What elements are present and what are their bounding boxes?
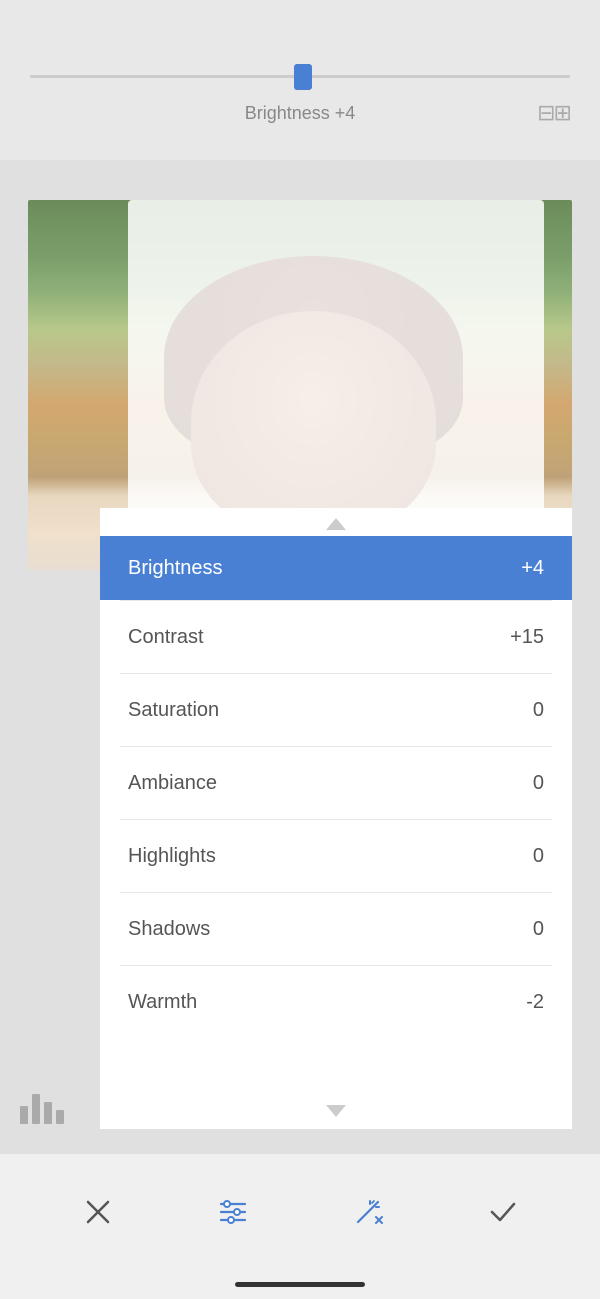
adjustment-warmth-label: Warmth	[128, 991, 197, 1014]
adjustment-ambiance-label: Ambiance	[128, 772, 217, 795]
checkmark-icon	[487, 1196, 519, 1228]
adjustments-panel: Brightness +4 Contrast +15 Saturation 0 …	[100, 508, 572, 1129]
adjustment-saturation-value: 0	[533, 699, 544, 722]
hist-bar-1	[20, 1106, 28, 1124]
adjustment-contrast[interactable]: Contrast +15	[100, 601, 572, 673]
adjustment-brightness-value: +4	[521, 557, 544, 580]
confirm-button[interactable]	[478, 1187, 528, 1237]
panel-top-arrow[interactable]	[100, 508, 572, 536]
adjustment-ambiance-value: 0	[533, 772, 544, 795]
bottom-toolbar	[0, 1154, 600, 1299]
adjustments-button[interactable]	[208, 1187, 258, 1237]
auto-enhance-button[interactable]	[343, 1187, 393, 1237]
adjustment-highlights-label: Highlights	[128, 845, 216, 868]
adjustment-highlights-value: 0	[533, 845, 544, 868]
adjustment-saturation-label: Saturation	[128, 699, 219, 722]
slider-value-label: Brightness +4	[245, 103, 356, 124]
panel-bottom-arrow[interactable]	[100, 1097, 572, 1129]
slider-area: Brightness +4 ⊟⊞	[0, 0, 600, 160]
slider-container[interactable]	[30, 57, 570, 97]
sliders-icon	[217, 1196, 249, 1228]
scroll-down-arrow-icon	[326, 1105, 346, 1117]
slider-label-row: Brightness +4 ⊟⊞	[30, 103, 570, 124]
adjustment-contrast-label: Contrast	[128, 626, 204, 649]
adjustment-shadows[interactable]: Shadows 0	[100, 893, 572, 965]
adjustment-brightness[interactable]: Brightness +4	[100, 536, 572, 600]
magic-wand-icon	[352, 1196, 384, 1228]
adjustment-brightness-label: Brightness	[128, 557, 223, 580]
slider-track	[30, 75, 570, 78]
adjustment-shadows-value: 0	[533, 918, 544, 941]
compare-icon[interactable]: ⊟⊞	[537, 100, 570, 126]
adjustment-saturation[interactable]: Saturation 0	[100, 674, 572, 746]
histogram-icon[interactable]	[20, 1079, 75, 1124]
scroll-up-arrow-icon	[326, 518, 346, 530]
adjustment-highlights[interactable]: Highlights 0	[100, 820, 572, 892]
cancel-button[interactable]	[73, 1187, 123, 1237]
adjustment-warmth-value: -2	[526, 991, 544, 1014]
slider-thumb[interactable]	[294, 64, 312, 90]
toolbar-icons-row	[0, 1154, 600, 1269]
home-indicator	[0, 1269, 600, 1299]
hist-bar-3	[44, 1102, 52, 1124]
hist-bar-2	[32, 1094, 40, 1124]
adjustment-ambiance[interactable]: Ambiance 0	[100, 747, 572, 819]
hist-bar-4	[56, 1110, 64, 1124]
adjustment-contrast-value: +15	[510, 626, 544, 649]
cancel-icon	[82, 1196, 114, 1228]
home-bar	[235, 1282, 365, 1287]
adjustment-shadows-label: Shadows	[128, 918, 210, 941]
adjustment-warmth[interactable]: Warmth -2	[100, 966, 572, 1038]
